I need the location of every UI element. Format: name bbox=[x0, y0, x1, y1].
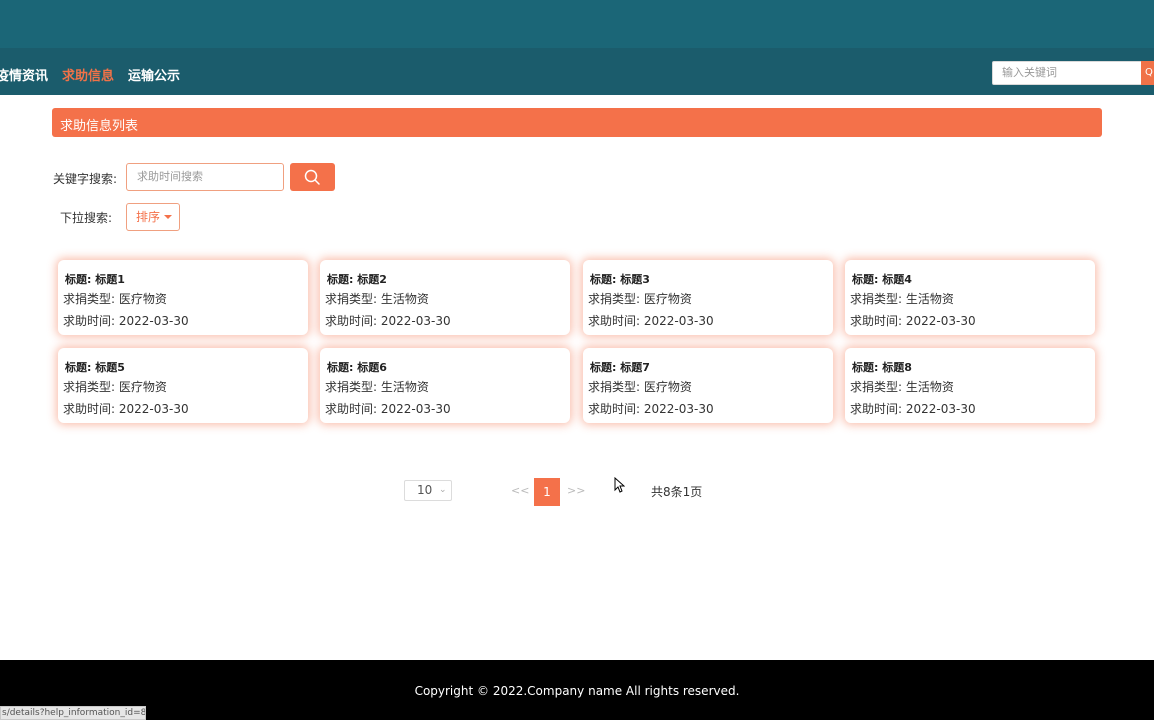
card-time: 求助时间: 2022-03-30 bbox=[63, 402, 189, 416]
keyword-label: 关键字搜索: bbox=[53, 172, 118, 186]
help-card[interactable]: 标题: 标题1 求捐类型: 医疗物资 求助时间: 2022-03-30 bbox=[58, 260, 308, 335]
copyright-text: Copyright © 2022.Company name All rights… bbox=[414, 684, 740, 698]
card-type: 求捐类型: 医疗物资 bbox=[63, 292, 167, 306]
search-button[interactable] bbox=[290, 163, 335, 191]
card-time: 求助时间: 2022-03-30 bbox=[588, 402, 714, 416]
site-search-input[interactable]: 输入关键词 bbox=[992, 61, 1142, 85]
card-time: 求助时间: 2022-03-30 bbox=[63, 314, 189, 328]
top-banner bbox=[0, 0, 1154, 48]
prev-page-button[interactable]: << bbox=[511, 484, 529, 497]
browser-status-url: s/details?help_information_id=8 bbox=[0, 706, 146, 720]
card-title: 标题: 标题8 bbox=[852, 361, 912, 374]
card-time: 求助时间: 2022-03-30 bbox=[588, 314, 714, 328]
help-card[interactable]: 标题: 标题4 求捐类型: 生活物资 求助时间: 2022-03-30 bbox=[845, 260, 1095, 335]
card-type: 求捐类型: 医疗物资 bbox=[588, 292, 692, 306]
help-card[interactable]: 标题: 标题3 求捐类型: 医疗物资 求助时间: 2022-03-30 bbox=[583, 260, 833, 335]
card-time: 求助时间: 2022-03-30 bbox=[850, 314, 976, 328]
section-title: 求助信息列表 bbox=[60, 119, 139, 134]
card-title: 标题: 标题4 bbox=[852, 273, 912, 286]
card-time: 求助时间: 2022-03-30 bbox=[850, 402, 976, 416]
mouse-cursor-icon bbox=[614, 477, 625, 493]
nav-item-news[interactable]: 疫情资讯 bbox=[0, 65, 48, 84]
card-title: 标题: 标题7 bbox=[590, 361, 650, 374]
card-type: 求捐类型: 生活物资 bbox=[325, 292, 429, 306]
card-title: 标题: 标题3 bbox=[590, 273, 650, 286]
help-card[interactable]: 标题: 标题7 求捐类型: 医疗物资 求助时间: 2022-03-30 bbox=[583, 348, 833, 423]
card-type: 求捐类型: 生活物资 bbox=[325, 380, 429, 394]
help-card[interactable]: 标题: 标题6 求捐类型: 生活物资 求助时间: 2022-03-30 bbox=[320, 348, 570, 423]
section-header: 求助信息列表 bbox=[52, 108, 1102, 137]
page-size-select[interactable]: 10 ⌄ bbox=[404, 480, 452, 501]
search-icon: Q bbox=[1145, 67, 1153, 78]
sort-dropdown[interactable]: 排序 bbox=[126, 203, 180, 231]
nav-item-help-info[interactable]: 求助信息 bbox=[62, 65, 114, 84]
site-search-button[interactable]: Q bbox=[1141, 61, 1154, 85]
help-card[interactable]: 标题: 标题8 求捐类型: 生活物资 求助时间: 2022-03-30 bbox=[845, 348, 1095, 423]
card-title: 标题: 标题6 bbox=[327, 361, 387, 374]
card-type: 求捐类型: 生活物资 bbox=[850, 292, 954, 306]
page-size-value: 10 bbox=[417, 483, 433, 497]
sort-label: 排序 bbox=[136, 210, 161, 224]
card-time: 求助时间: 2022-03-30 bbox=[325, 314, 451, 328]
search-icon bbox=[304, 169, 320, 185]
next-page-button[interactable]: >> bbox=[567, 484, 585, 497]
card-title: 标题: 标题1 bbox=[65, 273, 125, 286]
card-time: 求助时间: 2022-03-30 bbox=[325, 402, 451, 416]
footer: Copyright © 2022.Company name All rights… bbox=[0, 660, 1154, 720]
card-type: 求捐类型: 医疗物资 bbox=[588, 380, 692, 394]
page-number-current[interactable]: 1 bbox=[534, 478, 560, 506]
help-card[interactable]: 标题: 标题5 求捐类型: 医疗物资 求助时间: 2022-03-30 bbox=[58, 348, 308, 423]
nav-bar: 疫情资讯 求助信息 运输公示 bbox=[0, 48, 1154, 95]
keyword-search-input[interactable]: 求助时间搜索 bbox=[126, 163, 284, 191]
card-title: 标题: 标题2 bbox=[327, 273, 387, 286]
dropdown-label: 下拉搜索: bbox=[60, 211, 113, 225]
help-card[interactable]: 标题: 标题2 求捐类型: 生活物资 求助时间: 2022-03-30 bbox=[320, 260, 570, 335]
nav-item-transport[interactable]: 运输公示 bbox=[128, 65, 180, 84]
card-type: 求捐类型: 医疗物资 bbox=[63, 380, 167, 394]
caret-down-icon bbox=[164, 215, 172, 219]
card-type: 求捐类型: 生活物资 bbox=[850, 380, 954, 394]
pagination-total: 共8条1页 bbox=[651, 485, 703, 499]
card-title: 标题: 标题5 bbox=[65, 361, 125, 374]
chevron-down-icon: ⌄ bbox=[439, 485, 447, 495]
